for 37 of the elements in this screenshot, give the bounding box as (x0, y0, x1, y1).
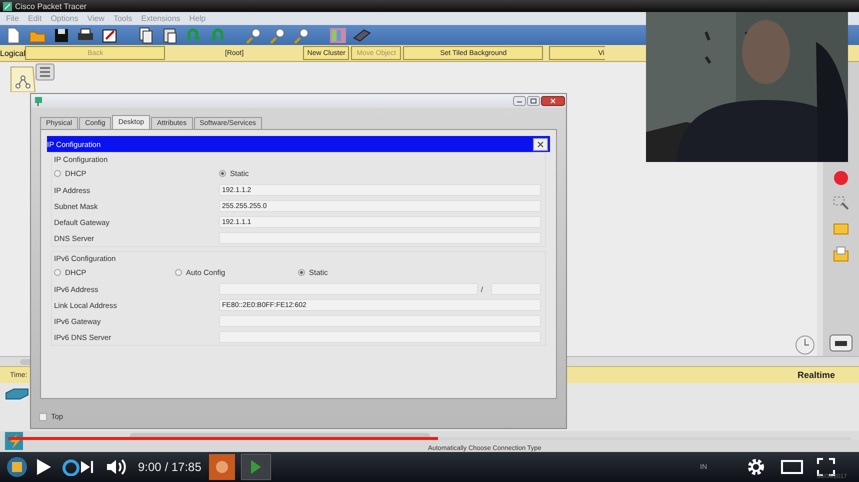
app-logo-icon (3, 2, 12, 10)
clock-icon[interactable] (795, 335, 815, 355)
volume-icon[interactable] (106, 458, 128, 476)
packet-tracer-icon[interactable] (241, 454, 272, 480)
zoom-in-icon[interactable] (244, 26, 263, 44)
zoom-out-icon[interactable] (292, 26, 311, 44)
radio-button[interactable] (298, 269, 305, 276)
video-time: 9:00 / 17:85 (138, 460, 202, 474)
maximize-icon[interactable] (527, 96, 540, 106)
logical-view-icon[interactable] (10, 66, 36, 92)
window-icon[interactable] (829, 334, 853, 352)
radio-button[interactable] (54, 170, 61, 177)
progress-bar[interactable] (8, 437, 851, 440)
settings-icon[interactable] (747, 458, 765, 476)
close-icon[interactable] (533, 138, 548, 150)
view-mode-label: Logical (0, 48, 26, 58)
theater-mode-icon[interactable] (781, 459, 803, 475)
window-title: Cisco Packet Tracer (15, 2, 87, 10)
browser-icon[interactable] (62, 458, 80, 476)
palette-icon[interactable] (328, 26, 347, 44)
radio-button[interactable] (54, 269, 61, 276)
close-icon[interactable] (541, 96, 565, 106)
list-icon[interactable] (35, 63, 55, 81)
next-icon[interactable] (80, 460, 94, 474)
radio-button[interactable] (175, 269, 182, 276)
record-icon[interactable] (833, 170, 849, 186)
play-icon[interactable] (36, 458, 52, 476)
realtime-label: Realtime (797, 370, 835, 380)
checkbox[interactable] (39, 412, 47, 420)
radio-button[interactable] (219, 170, 226, 177)
start-orb-icon[interactable] (6, 456, 28, 478)
minimize-icon[interactable] (513, 96, 526, 106)
router-icon[interactable] (4, 387, 30, 401)
open-envelope-icon[interactable] (833, 246, 849, 262)
zoom-reset-icon[interactable] (268, 26, 287, 44)
select-area-icon[interactable] (833, 196, 849, 212)
pc-icon (34, 96, 43, 106)
